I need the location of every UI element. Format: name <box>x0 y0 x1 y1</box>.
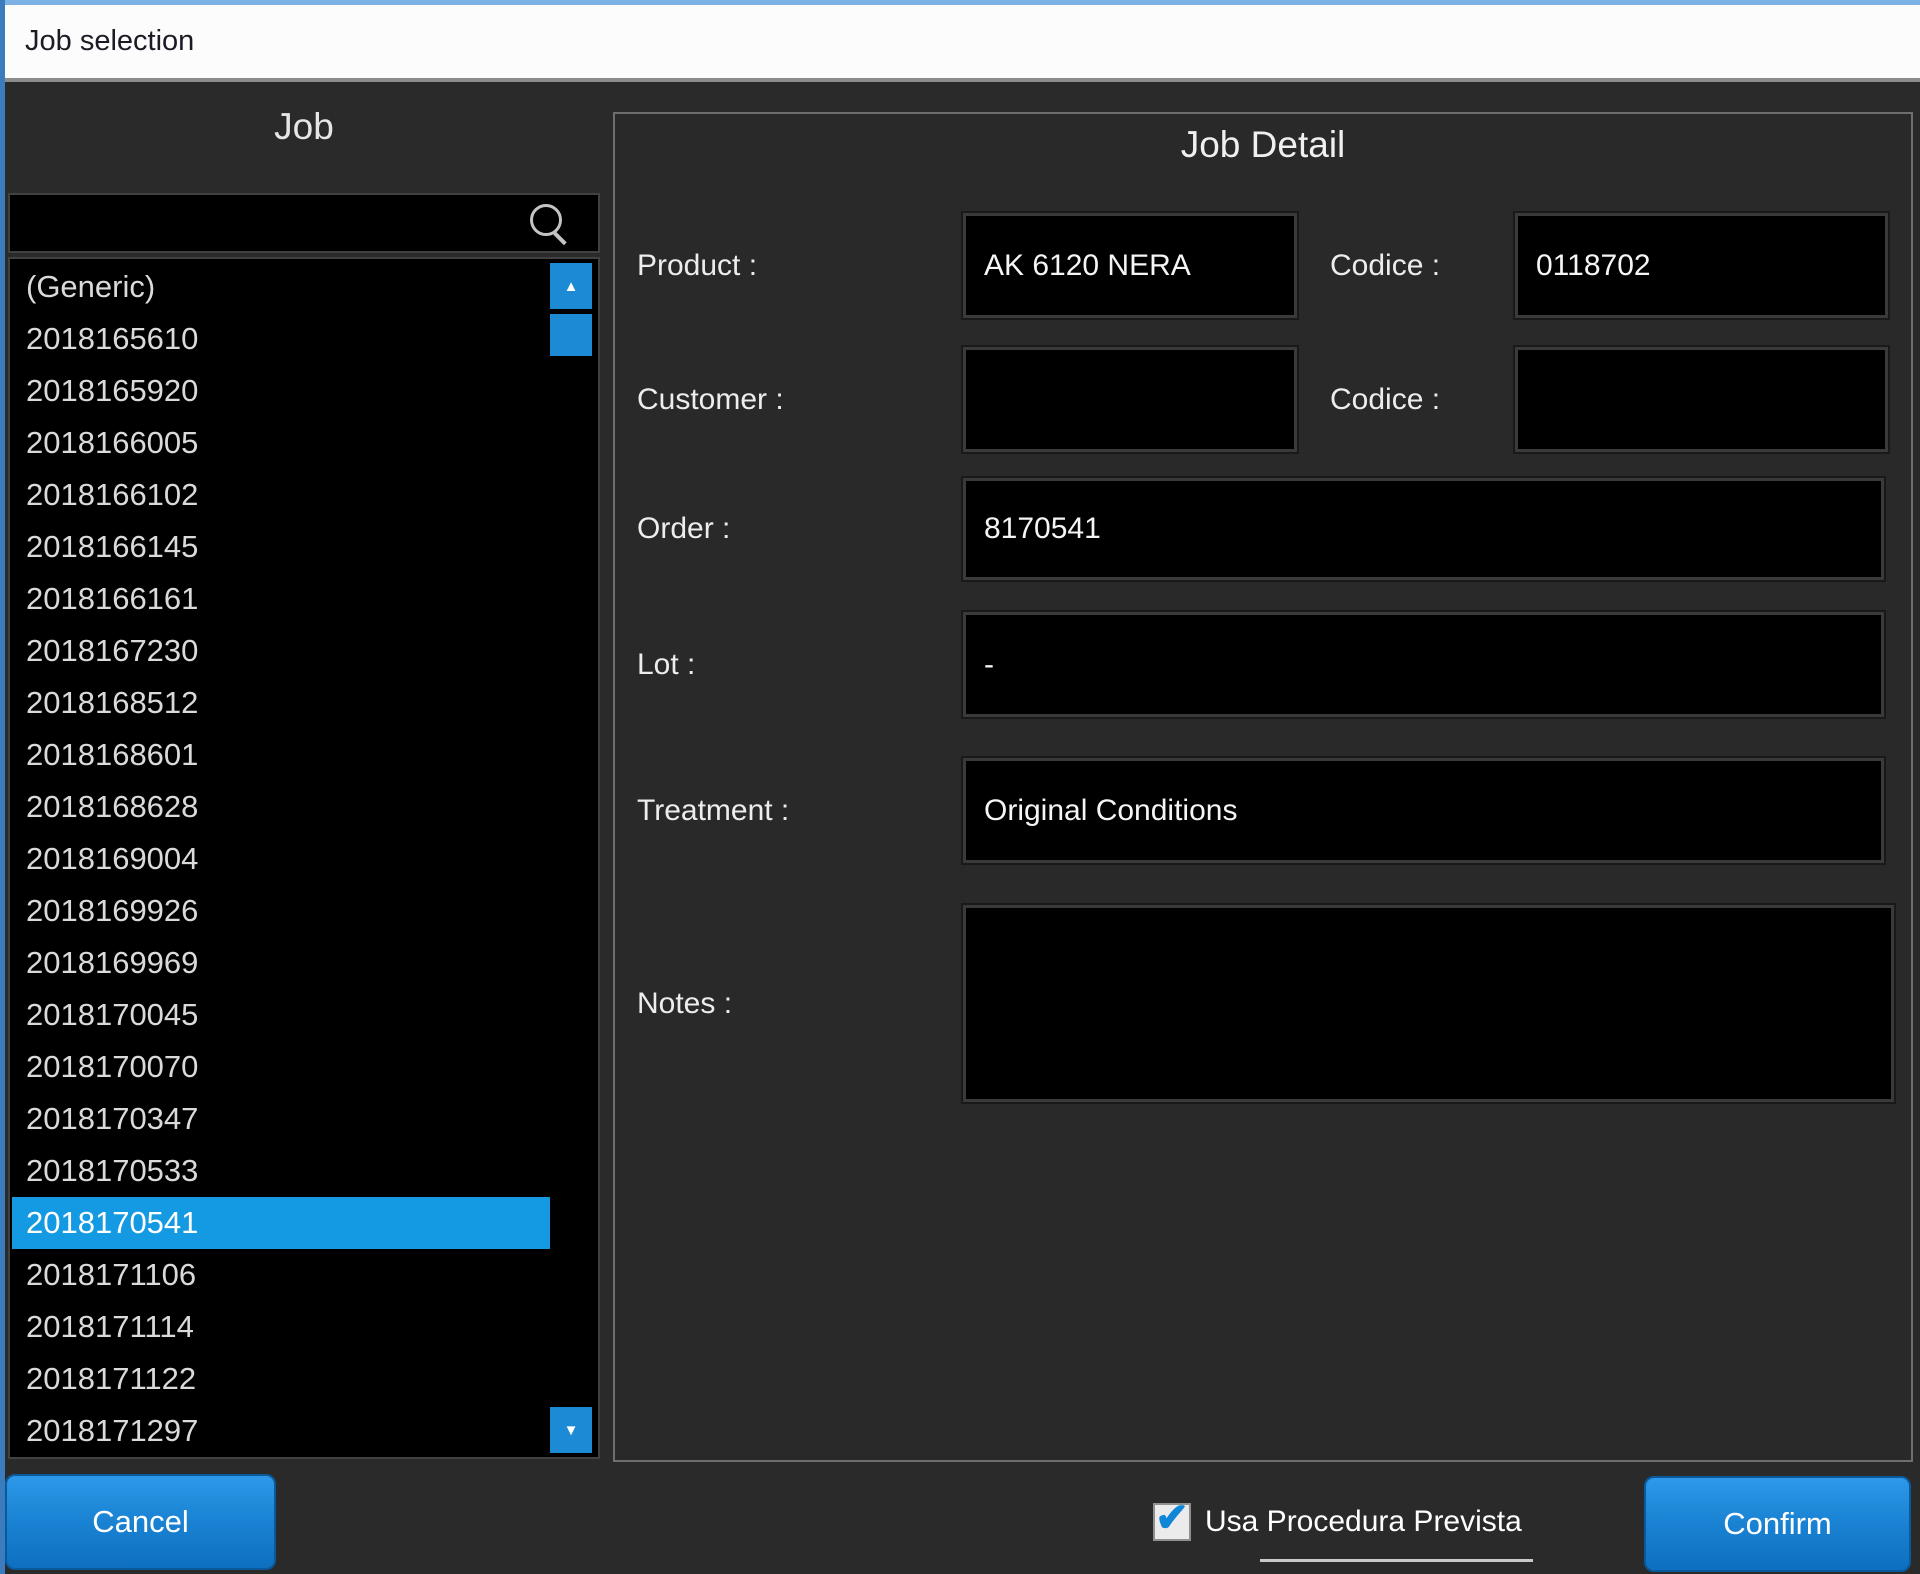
usa-procedura-prevista-label[interactable]: Usa Procedura Prevista <box>1205 1503 1522 1541</box>
job-list-item[interactable]: 2018168601 <box>12 729 596 781</box>
job-selection-window: Job selection Job (Generic)2018165610201… <box>0 0 1920 1574</box>
job-list-item[interactable]: 2018170070 <box>12 1041 596 1093</box>
job-list-item[interactable]: 2018167230 <box>12 625 596 677</box>
job-panel-title: Job <box>8 106 600 148</box>
treatment-label: Treatment : <box>637 758 947 863</box>
product-label: Product : <box>637 213 947 318</box>
job-list-item[interactable]: 2018169926 <box>12 885 596 937</box>
job-search-box <box>8 193 600 253</box>
window-title: Job selection <box>25 5 1920 78</box>
job-search-input[interactable] <box>16 197 520 251</box>
lot-field[interactable]: - <box>963 612 1884 717</box>
job-list-item[interactable]: 2018166161 <box>12 573 596 625</box>
job-detail-title: Job Detail <box>613 124 1913 166</box>
job-list-item[interactable]: 2018168628 <box>12 781 596 833</box>
customer-field[interactable] <box>963 347 1297 452</box>
order-label: Order : <box>637 478 947 580</box>
order-value: 8170541 <box>966 512 1101 546</box>
job-list-item[interactable]: 2018166005 <box>12 417 596 469</box>
product-value: AK 6120 NERA <box>966 249 1191 283</box>
job-list-item[interactable]: 2018171106 <box>12 1249 596 1301</box>
lot-label: Lot : <box>637 612 947 717</box>
job-list-item[interactable]: (Generic) <box>12 261 596 313</box>
product-field[interactable]: AK 6120 NERA <box>963 213 1297 318</box>
job-list-rows: (Generic)2018165610201816592020181660052… <box>12 261 596 1455</box>
window-border-left <box>0 0 5 1574</box>
job-list-item[interactable]: 2018171297 <box>12 1405 596 1455</box>
job-list-scrollbar[interactable] <box>550 263 592 1453</box>
job-list-item[interactable]: 2018170347 <box>12 1093 596 1145</box>
cancel-button[interactable]: Cancel <box>5 1474 276 1570</box>
lot-value: - <box>966 648 994 682</box>
treatment-value: Original Conditions <box>966 794 1237 828</box>
scroll-up-icon[interactable] <box>550 263 592 309</box>
job-list-item[interactable]: 2018170045 <box>12 989 596 1041</box>
title-bar: Job selection <box>5 5 1920 82</box>
customer-code-field[interactable] <box>1515 347 1888 452</box>
job-list-item[interactable]: 2018165610 <box>12 313 596 365</box>
usa-procedura-prevista-checkbox[interactable] <box>1153 1503 1191 1541</box>
customer-label: Customer : <box>637 347 947 452</box>
job-list-item[interactable]: 2018171122 <box>12 1353 596 1405</box>
notes-label: Notes : <box>637 905 947 1102</box>
job-list-item[interactable]: 2018169004 <box>12 833 596 885</box>
order-field[interactable]: 8170541 <box>963 478 1884 580</box>
notes-field[interactable] <box>963 905 1894 1102</box>
scrollbar-thumb[interactable] <box>550 314 592 356</box>
scroll-down-icon[interactable] <box>550 1407 592 1453</box>
job-list-item[interactable]: 2018171114 <box>12 1301 596 1353</box>
job-list-item[interactable]: 2018168512 <box>12 677 596 729</box>
confirm-button[interactable]: Confirm <box>1644 1476 1911 1572</box>
job-list-item[interactable]: 2018166102 <box>12 469 596 521</box>
product-code-field[interactable]: 0118702 <box>1515 213 1888 318</box>
job-list-item[interactable]: 2018169969 <box>12 937 596 989</box>
job-list: (Generic)2018165610201816592020181660052… <box>8 257 600 1459</box>
job-list-item[interactable]: 2018166145 <box>12 521 596 573</box>
treatment-field[interactable]: Original Conditions <box>963 758 1884 863</box>
job-list-item[interactable]: 2018170533 <box>12 1145 596 1197</box>
product-code-value: 0118702 <box>1518 249 1651 283</box>
job-list-item[interactable]: 2018165920 <box>12 365 596 417</box>
job-list-item-selected[interactable]: 2018170541 <box>12 1197 560 1249</box>
search-icon <box>530 204 568 242</box>
checkbox-underline <box>1260 1559 1533 1562</box>
